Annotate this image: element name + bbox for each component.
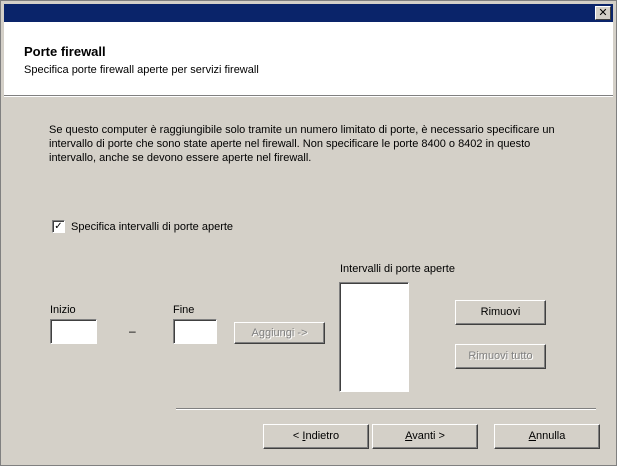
cancel-accesskey: A: [528, 430, 536, 442]
remove-all-button[interactable]: Rimuovi tutto: [455, 344, 546, 369]
next-button[interactable]: Avanti >: [372, 424, 478, 449]
range-dash: –: [129, 324, 136, 338]
open-ranges-label: Intervalli di porte aperte: [340, 263, 455, 275]
end-port-label: Fine: [173, 304, 195, 316]
cancel-label: nnulla: [535, 430, 566, 442]
specify-ranges-checkbox[interactable]: ✓: [52, 220, 65, 233]
description-text: Se questo computer è raggiungibile solo …: [49, 124, 555, 164]
end-port-field[interactable]: [173, 319, 217, 344]
wizard-dialog: ✕ Porte firewall Specifica porte firewal…: [0, 0, 617, 466]
back-label: ndietro: [305, 430, 340, 442]
header-divider: [4, 95, 613, 97]
remove-button[interactable]: Rimuovi: [455, 300, 546, 325]
add-button[interactable]: Aggiungi ->: [234, 322, 325, 344]
next-label: vanti >: [412, 430, 445, 442]
cancel-button[interactable]: Annulla: [494, 424, 600, 449]
close-button[interactable]: ✕: [595, 6, 611, 20]
page-subtitle: Specifica porte firewall aperte per serv…: [24, 64, 259, 76]
checkmark-icon: ✓: [54, 221, 63, 232]
page-title: Porte firewall: [24, 44, 106, 59]
open-ranges-listbox[interactable]: [339, 282, 409, 392]
back-prefix: <: [292, 430, 303, 442]
footer-divider: [176, 408, 596, 410]
start-port-field[interactable]: [50, 319, 97, 344]
start-port-label: Inizio: [50, 304, 76, 316]
title-bar[interactable]: ✕: [4, 4, 613, 22]
wizard-header: Porte firewall Specifica porte firewall …: [4, 22, 613, 95]
close-icon: ✕: [598, 6, 608, 19]
back-button[interactable]: < Indietro: [263, 424, 369, 449]
specify-ranges-option[interactable]: ✓ Specifica intervalli di porte aperte: [52, 220, 233, 233]
specify-ranges-label[interactable]: Specifica intervalli di porte aperte: [71, 221, 233, 233]
